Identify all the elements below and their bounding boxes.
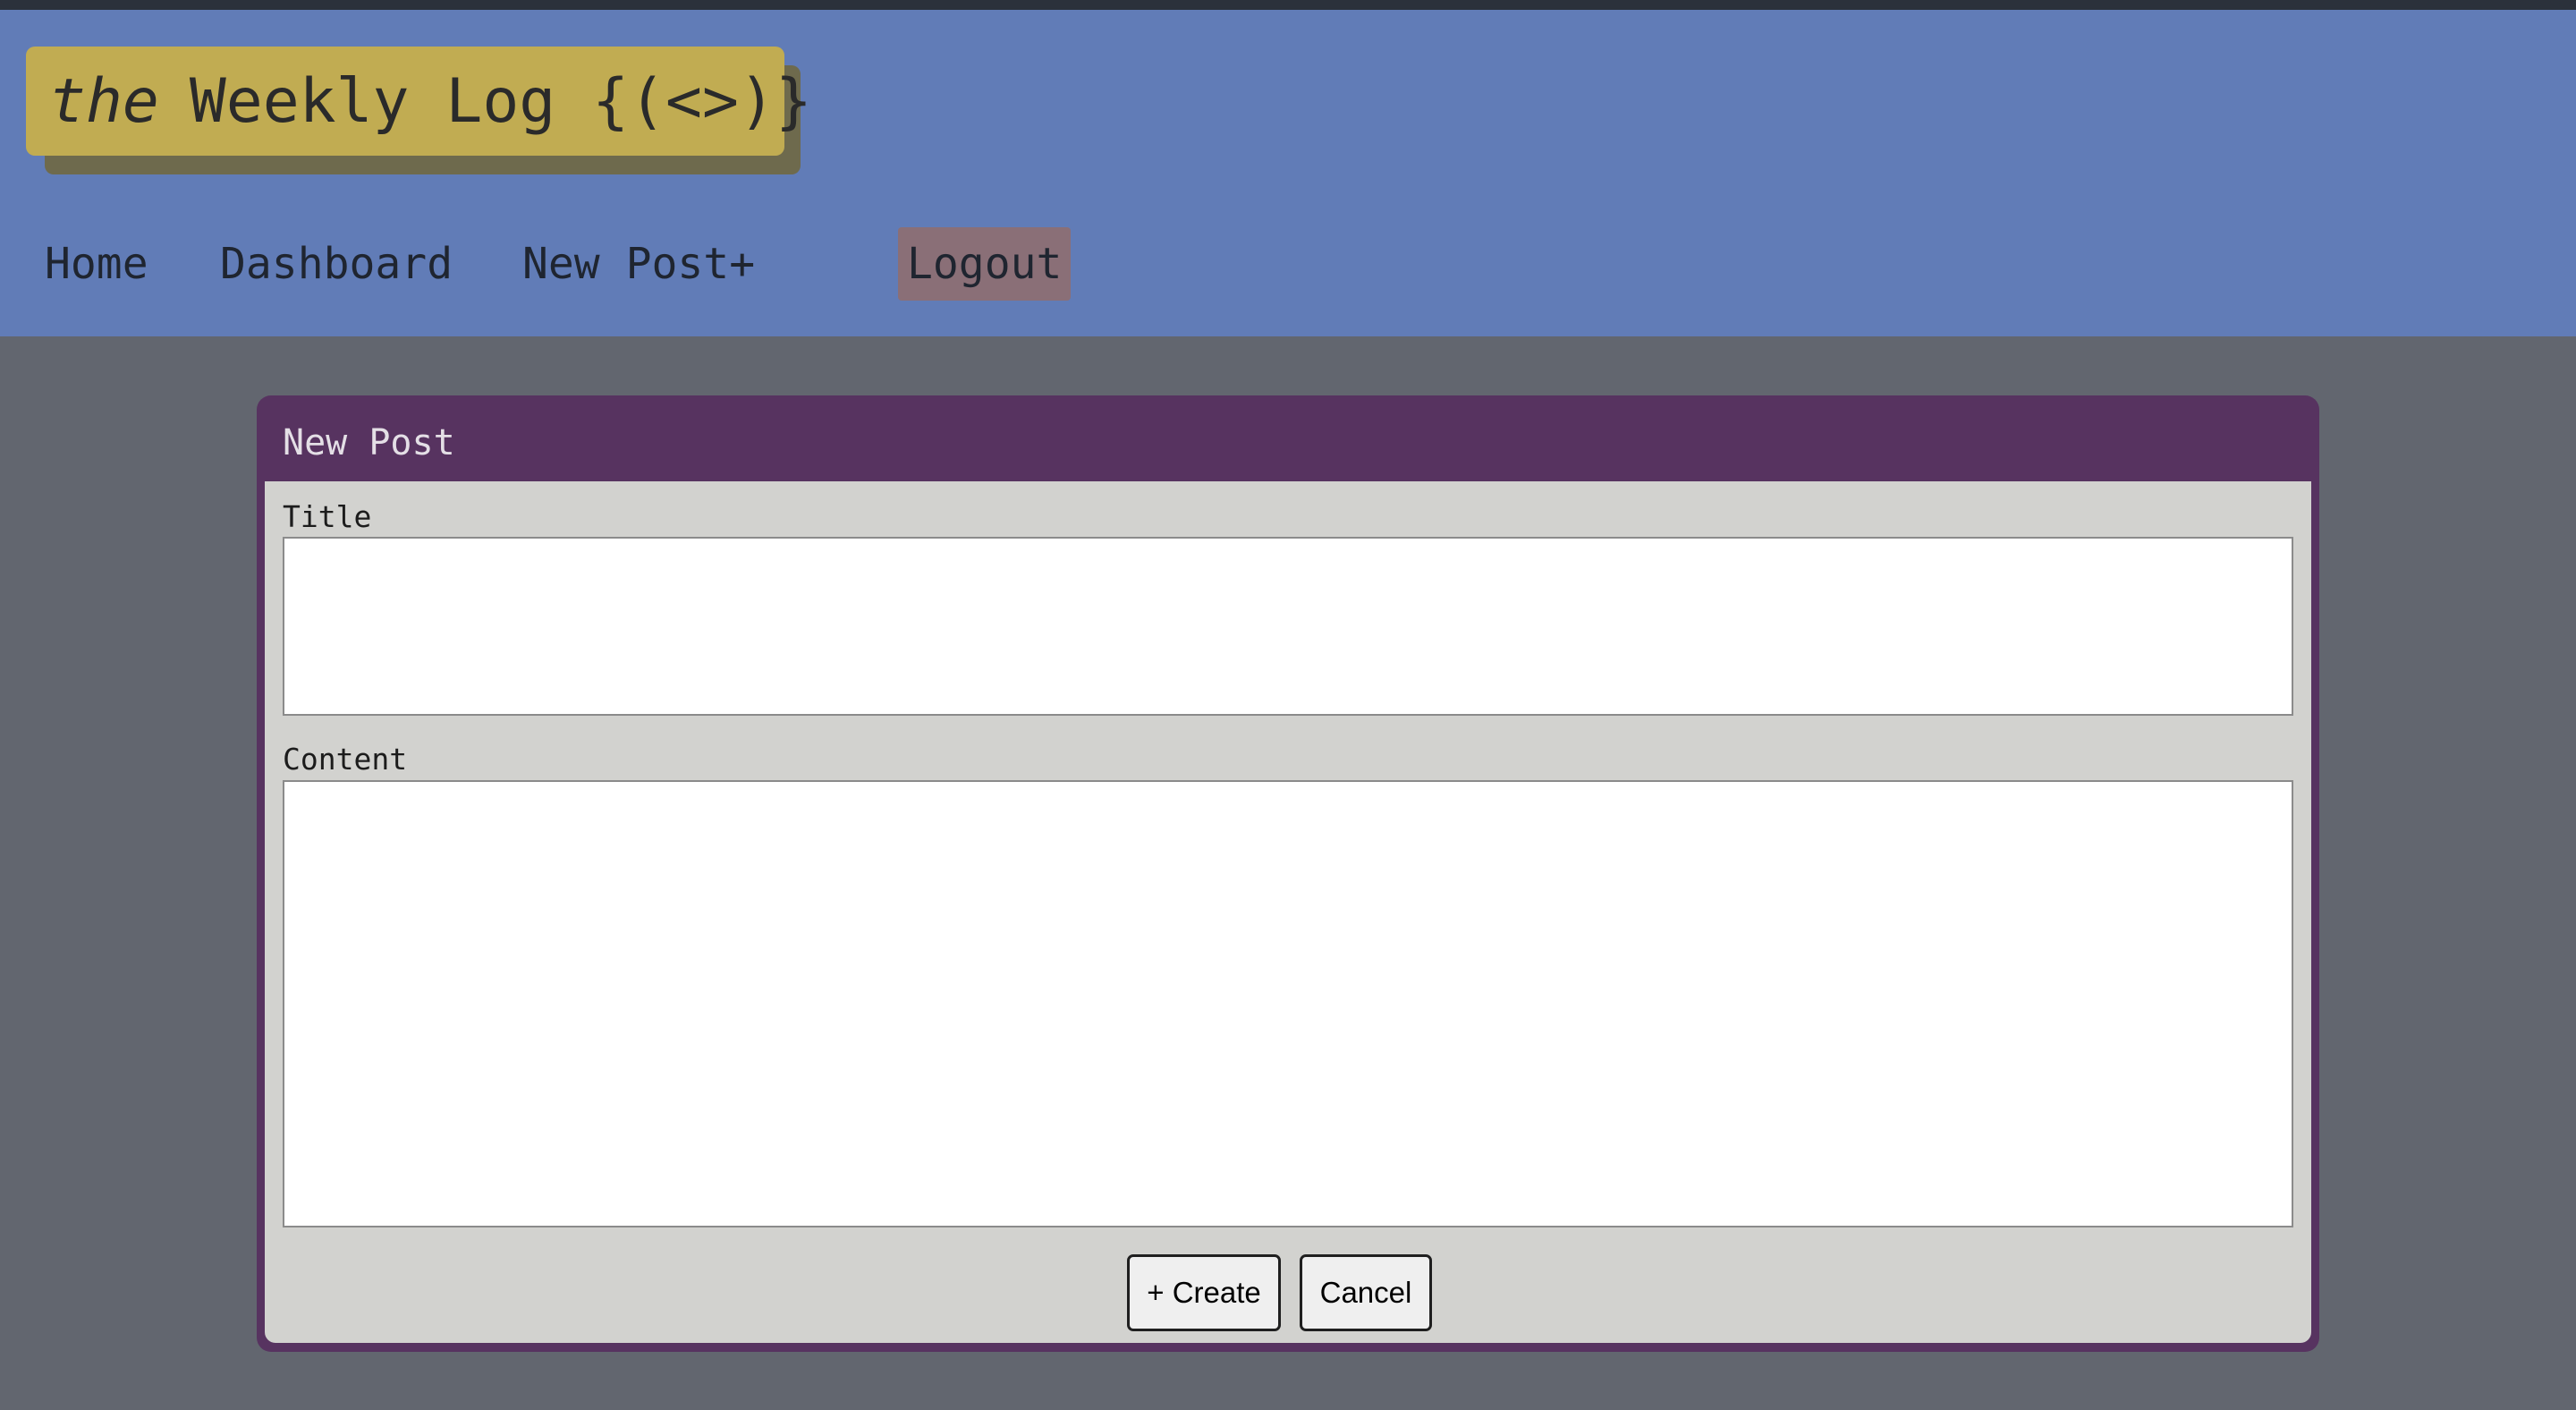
new-post-form: Title Content + Create Cancel xyxy=(265,481,2311,1343)
new-post-card: New Post Title Content + Create Cancel xyxy=(257,395,2319,1352)
nav-home-link[interactable]: Home xyxy=(45,227,148,301)
card-heading: New Post xyxy=(283,422,455,463)
title-label: Title xyxy=(283,499,372,534)
nav-new-post-link[interactable]: New Post+ xyxy=(522,227,755,301)
nav-logout-link[interactable]: Logout xyxy=(898,227,1072,301)
content-label: Content xyxy=(283,742,408,777)
site-header: the Weekly Log {(<>)} Home Dashboard New… xyxy=(0,10,2576,336)
logo-name: Weekly Log {(<>)} xyxy=(189,65,812,137)
top-strip xyxy=(0,0,2576,10)
logo-prefix: the xyxy=(49,65,159,137)
nav-dashboard-link[interactable]: Dashboard xyxy=(220,227,453,301)
create-button[interactable]: + Create xyxy=(1127,1254,1281,1331)
site-logo[interactable]: the Weekly Log {(<>)} xyxy=(26,47,812,156)
title-input[interactable] xyxy=(283,537,2293,716)
content-textarea[interactable] xyxy=(283,780,2293,1227)
cancel-button[interactable]: Cancel xyxy=(1300,1254,1432,1331)
